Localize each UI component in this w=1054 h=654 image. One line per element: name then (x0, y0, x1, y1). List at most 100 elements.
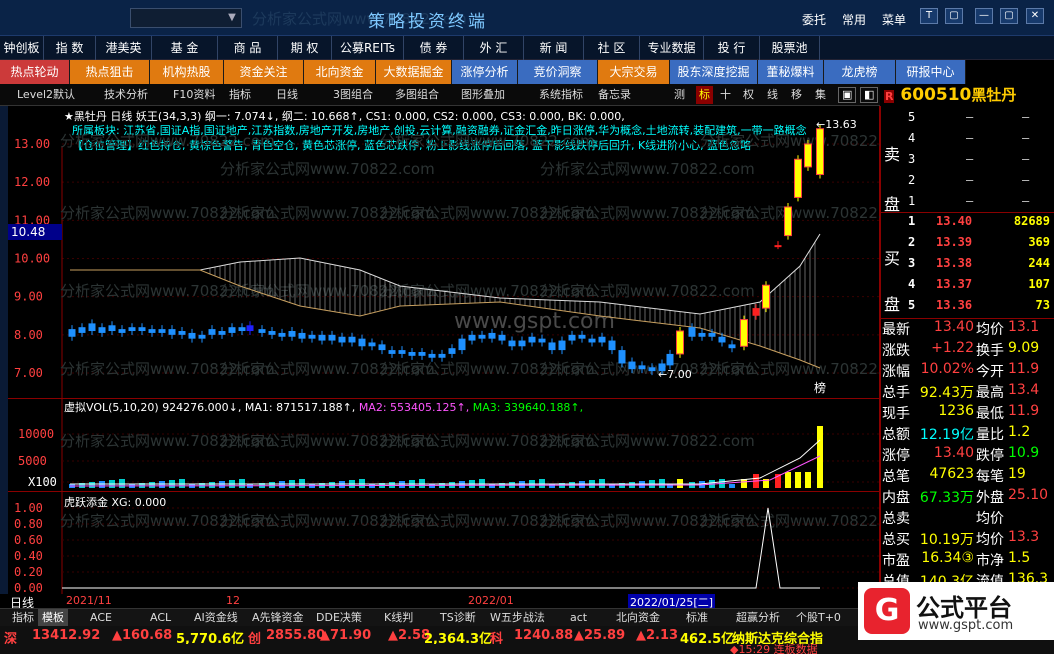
nav-item[interactable]: 公募REITs (332, 36, 404, 60)
stat-label: 涨停 (882, 448, 910, 464)
toolbar-item[interactable]: 移 (788, 86, 805, 104)
nav-item[interactable]: 外 汇 (464, 36, 524, 60)
indicator-tab[interactable]: 模板 (38, 609, 68, 627)
toolbar-item[interactable]: 日线 (273, 86, 301, 104)
bid-row[interactable]: 4 13.37 107 (880, 277, 1054, 297)
nav-item[interactable]: 基 金 (152, 36, 218, 60)
indicator-tab[interactable]: ACL (146, 609, 175, 627)
menu-common[interactable]: 常用 (842, 11, 866, 28)
indicator-tab[interactable]: K线判 (380, 609, 417, 627)
bid-row[interactable]: 3 13.38 244 (880, 256, 1054, 276)
toolbar-item[interactable]: 备忘录 (595, 86, 634, 104)
subnav-item[interactable]: 涨停分析 (452, 60, 518, 84)
bid-row[interactable]: 5 13.36 73 (880, 298, 1054, 318)
indicator-tab[interactable]: 个股T+0 (792, 609, 845, 627)
ask-row[interactable]: 1 — — (880, 194, 1054, 214)
nav-item[interactable]: 商 品 (218, 36, 278, 60)
candle (568, 334, 576, 341)
quote-stat-row: 总卖 均价 (880, 508, 1054, 529)
collapse-icon[interactable]: ◧ (860, 87, 879, 103)
nav-item[interactable]: 指 数 (44, 36, 96, 60)
candle (238, 327, 246, 332)
nav-item[interactable]: 股票池 (760, 36, 820, 60)
close-icon[interactable]: ✕ (1026, 8, 1044, 24)
toolbar-item[interactable]: 线 (764, 86, 781, 104)
indicator-tab[interactable]: 超赢分析 (732, 609, 784, 627)
main-nav: 钟创板指 数港美英基 金商 品期 权公募REITs 债 券外 汇新 闻社 区专业数… (0, 36, 1054, 60)
quote-stat-row: 涨跌 +1.22 换手 9.09 (880, 340, 1054, 361)
ask-row[interactable]: 4 — — (880, 131, 1054, 151)
candle (318, 334, 326, 341)
toolbar-item[interactable]: 指标 (226, 86, 254, 104)
stat-label-2: 最低 (976, 406, 1004, 422)
quote-stat-row: 涨停 13.40 跌停 10.9 (880, 445, 1054, 466)
subnav-item[interactable]: 大宗交易 (598, 60, 670, 84)
indicator-tab[interactable]: A先锋资金 (248, 609, 308, 627)
menu-main[interactable]: 菜单 (882, 11, 906, 28)
toolbar-item[interactable]: 多图组合 (392, 86, 442, 104)
subnav-item[interactable]: 研报中心 (896, 60, 966, 84)
menu-entrust[interactable]: 委托 (802, 11, 826, 28)
subnav-item[interactable]: 大数据掘金 (376, 60, 452, 84)
quote-stat-row: 总买 10.19万 均价 13.3 (880, 529, 1054, 550)
indicator-tab[interactable]: 北向资金 (612, 609, 664, 627)
toolbar-item[interactable]: 测 (671, 86, 688, 104)
nav-item[interactable]: 投 行 (704, 36, 760, 60)
subnav-item[interactable]: 资金关注 (224, 60, 304, 84)
indicator-tab[interactable]: ACE (86, 609, 116, 627)
nav-item[interactable]: 债 券 (404, 36, 464, 60)
stat-value-2: 9.09 (1008, 340, 1040, 356)
minimize-icon[interactable]: — (975, 8, 993, 24)
toolbar-item[interactable]: 系统指标 (536, 86, 586, 104)
ask-row[interactable]: 2 — — (880, 173, 1054, 193)
toolbar-item[interactable]: 3图组合 (330, 86, 376, 104)
bid-row[interactable]: 2 13.39 369 (880, 235, 1054, 255)
subnav-item[interactable]: 热点狙击 (70, 60, 150, 84)
nav-item[interactable]: 新 闻 (524, 36, 584, 60)
toolbar-item[interactable]: Level2默认 (14, 86, 78, 104)
subnav-item[interactable]: 龙虎榜 (824, 60, 896, 84)
subnav-item[interactable]: 热点轮动 (0, 60, 70, 84)
watermark: 分析家公式网www.70822.com (220, 160, 435, 178)
toolbar-item[interactable]: 技术分析 (101, 86, 151, 104)
toolbar-item[interactable]: 权 (740, 86, 757, 104)
nav-item[interactable]: 社 区 (584, 36, 640, 60)
toolbar-item[interactable]: 十 (717, 86, 734, 104)
candle (358, 338, 366, 347)
maximize-icon[interactable]: ▢ (1000, 8, 1018, 24)
layout-icon[interactable]: ▢ (945, 8, 963, 24)
nav-item[interactable]: 期 权 (278, 36, 332, 60)
candle (458, 338, 466, 351)
candle (816, 128, 824, 176)
indicator-tab[interactable]: act (566, 609, 591, 627)
toolbar-item[interactable]: 标 (696, 86, 713, 104)
indicator-tab[interactable]: 指标 (8, 609, 38, 627)
subnav-item[interactable]: 股东深度挖掘 (670, 60, 758, 84)
indicator-tab[interactable]: 标准 (682, 609, 712, 627)
indicator-tab[interactable]: AI资金线 (190, 609, 242, 627)
mode-icon[interactable]: ▣ (838, 87, 857, 103)
bid-row[interactable]: 1 13.40 82689 (880, 214, 1054, 234)
toolbar-item[interactable]: 图形叠加 (458, 86, 508, 104)
subnav-item[interactable]: 机构热股 (150, 60, 224, 84)
nav-item[interactable]: 钟创板 (0, 36, 44, 60)
date-tick: 2021/11 (66, 594, 112, 607)
quote-stat-row: 现手 1236 最低 11.9 (880, 403, 1054, 424)
nav-item[interactable]: 专业数据 (640, 36, 704, 60)
ask-row[interactable]: 3 — — (880, 152, 1054, 172)
ask-price: — (966, 110, 974, 124)
t-icon[interactable]: T (920, 8, 938, 24)
indicator-tab[interactable]: W五步战法 (486, 609, 549, 627)
subnav-item[interactable]: 北向资金 (304, 60, 376, 84)
chevron-down-icon[interactable]: ▼ (225, 11, 239, 25)
toolbar-item[interactable]: F10资料 (170, 86, 218, 104)
ask-row[interactable]: 5 — — (880, 110, 1054, 130)
indicator-tab[interactable]: DDE决策 (312, 609, 366, 627)
nav-item[interactable]: 港美英 (96, 36, 152, 60)
stock-header: R 600510黑牡丹 (884, 84, 1016, 105)
indicator-tab[interactable]: TS诊断 (436, 609, 480, 627)
subnav-item[interactable]: 竞价洞察 (518, 60, 598, 84)
toolbar-item[interactable]: 集 (812, 86, 829, 104)
subnav-item[interactable]: 董秘爆料 (758, 60, 824, 84)
search-box[interactable]: ▼ (130, 8, 242, 28)
